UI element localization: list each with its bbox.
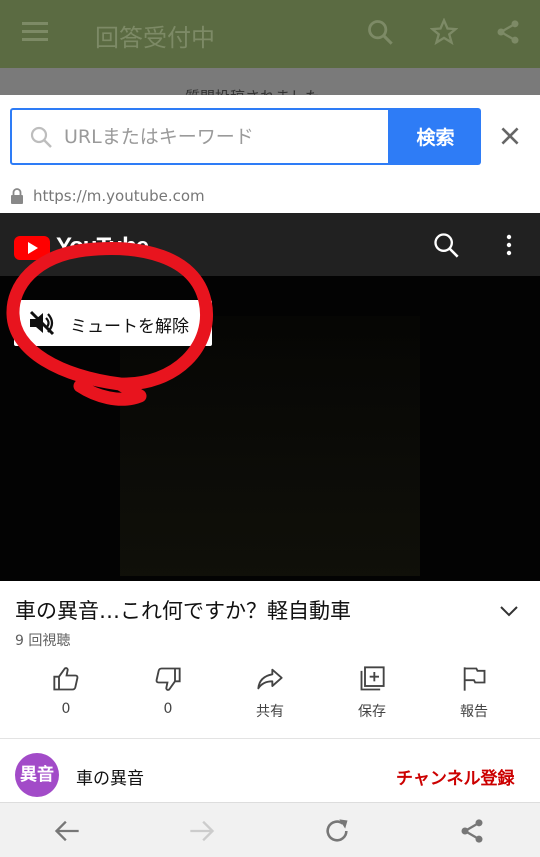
share-label: 共有 xyxy=(256,704,284,720)
save-label: 保存 xyxy=(358,704,386,720)
page-url: https://m.youtube.com xyxy=(33,187,205,205)
reload-icon[interactable] xyxy=(323,817,351,845)
chevron-down-icon[interactable] xyxy=(498,603,520,619)
background-overlay: 質問投稿されました xyxy=(0,68,540,98)
share-icon[interactable] xyxy=(458,817,486,845)
divider xyxy=(0,738,540,739)
browser-sheet: 検索 https://m.youtube.com YouTube xyxy=(0,95,540,857)
search-button[interactable]: 検索 xyxy=(390,108,481,165)
report-button[interactable]: 報告 xyxy=(434,665,514,725)
search-bar[interactable] xyxy=(10,108,390,165)
search-icon[interactable] xyxy=(366,18,394,46)
subscribe-button[interactable]: チャンネル登録 xyxy=(396,764,515,789)
share-arrow-icon xyxy=(257,668,283,690)
search-icon xyxy=(30,126,52,148)
youtube-logo-text: YouTube xyxy=(56,233,149,260)
youtube-header: YouTube xyxy=(0,213,540,276)
playlist-add-icon xyxy=(360,666,385,691)
flag-icon xyxy=(463,667,486,691)
app-header: 回答受付中 xyxy=(0,0,540,68)
video-player[interactable]: ミュートを解除 xyxy=(0,276,540,581)
report-label: 報告 xyxy=(460,704,488,720)
youtube-play-icon xyxy=(14,236,50,260)
youtube-logo[interactable]: YouTube xyxy=(14,233,154,260)
channel-name[interactable]: 車の異音 xyxy=(76,764,144,789)
url-bar: https://m.youtube.com xyxy=(0,180,540,212)
video-frame xyxy=(120,316,420,576)
avatar[interactable]: 異音 xyxy=(15,753,59,797)
thumbs-up-icon xyxy=(53,667,79,691)
unmute-button[interactable]: ミュートを解除 xyxy=(14,300,212,346)
like-button[interactable]: 0 xyxy=(26,665,106,725)
like-count: 0 xyxy=(61,701,71,717)
forward-arrow-icon[interactable] xyxy=(188,817,216,845)
channel-row: 異音 車の異音 チャンネル登録 xyxy=(0,747,540,803)
volume-off-icon xyxy=(29,310,55,336)
share-button[interactable]: 共有 xyxy=(230,665,310,725)
share-icon[interactable] xyxy=(494,18,522,46)
dislike-button[interactable]: 0 xyxy=(128,665,208,725)
lock-icon xyxy=(11,188,23,204)
video-actions: 0 0 共有 保存 報告 xyxy=(0,665,540,735)
video-title: 車の異音…これ何ですか？軽自動車 xyxy=(15,599,351,623)
more-vert-icon[interactable] xyxy=(504,233,514,257)
unmute-label: ミュートを解除 xyxy=(70,317,189,336)
hamburger-menu-icon[interactable] xyxy=(22,22,48,42)
close-icon[interactable] xyxy=(497,123,523,149)
save-button[interactable]: 保存 xyxy=(332,665,412,725)
browser-bottom-bar xyxy=(0,802,540,857)
star-icon[interactable] xyxy=(430,18,458,46)
back-arrow-icon[interactable] xyxy=(53,817,81,845)
search-input[interactable] xyxy=(64,122,374,152)
search-icon[interactable] xyxy=(432,231,460,259)
thumbs-down-icon xyxy=(155,667,181,691)
app-title: 回答受付中 xyxy=(95,24,215,52)
dislike-count: 0 xyxy=(163,701,173,717)
view-count: 9 回視聴 xyxy=(15,633,71,649)
